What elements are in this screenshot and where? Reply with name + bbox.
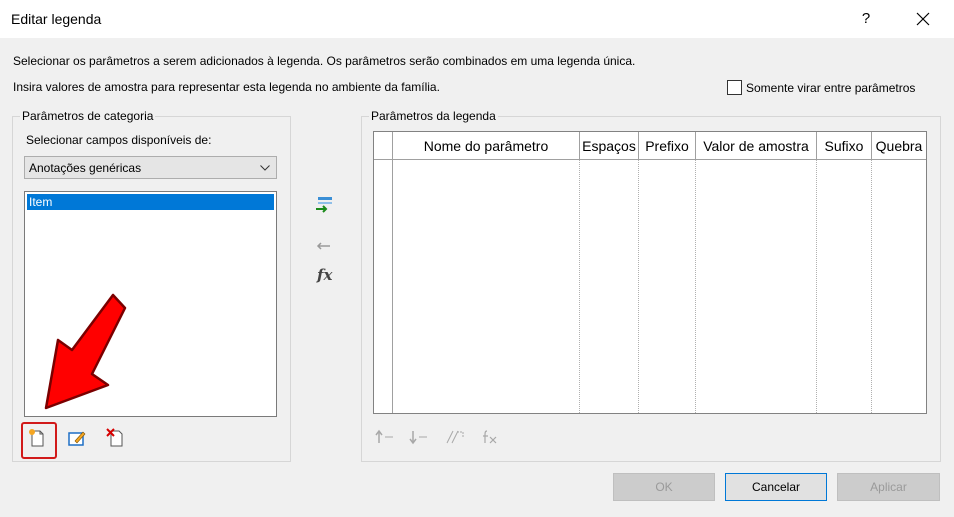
help-button[interactable]: ? <box>856 8 876 30</box>
add-parameter-icon <box>316 197 332 213</box>
column-header-break[interactable]: Quebra <box>872 132 926 160</box>
cancel-button[interactable]: Cancelar <box>725 473 827 501</box>
grid-column <box>580 160 639 413</box>
row-header-corner <box>374 132 393 160</box>
column-header-suffix[interactable]: Sufixo <box>817 132 872 160</box>
delete-parameter-button[interactable] <box>106 428 126 448</box>
apply-button[interactable]: Aplicar <box>837 473 940 501</box>
chevron-down-icon <box>260 165 270 171</box>
edit-parameter-button[interactable] <box>67 428 87 448</box>
add-parameter-button[interactable] <box>314 195 334 215</box>
column-header-sample-value[interactable]: Valor de amostra <box>696 132 817 160</box>
column-header-prefix[interactable]: Prefixo <box>639 132 696 160</box>
grid-column <box>817 160 872 413</box>
flip-only-label: Somente virar entre parâmetros <box>746 81 916 95</box>
grid-column <box>393 160 580 413</box>
instruction-line-1: Selecionar os parâmetros a serem adicion… <box>13 54 636 68</box>
legend-parameters-grid[interactable]: Nome do parâmetro Espaços Prefixo Valor … <box>373 131 927 414</box>
legend-group-title: Parâmetros da legenda <box>369 109 498 123</box>
move-up-button[interactable] <box>374 428 394 448</box>
edit-parameter-icon <box>68 431 86 446</box>
move-up-icon <box>375 429 393 443</box>
flip-only-checkbox[interactable] <box>727 80 742 95</box>
remove-parameter-icon <box>316 242 330 250</box>
category-select-value: Anotações genéricas <box>29 161 142 175</box>
column-header-spaces[interactable]: Espaços <box>580 132 639 160</box>
annotation-arrow-icon <box>44 293 127 410</box>
grid-column <box>639 160 696 413</box>
wrap-button[interactable] <box>444 428 464 448</box>
category-group-title: Parâmetros de categoria <box>20 109 156 123</box>
select-fields-label: Selecionar campos disponíveis de: <box>26 133 212 147</box>
move-down-button[interactable] <box>408 428 428 448</box>
legend-formula-button[interactable] <box>480 428 500 448</box>
close-button[interactable] <box>906 6 940 32</box>
category-select[interactable]: Anotações genéricas <box>24 156 277 179</box>
instruction-line-2: Insira valores de amostra para represent… <box>13 80 440 94</box>
row-header-column <box>374 160 393 413</box>
close-icon <box>916 12 930 26</box>
grid-column <box>696 160 817 413</box>
ok-button[interactable]: OK <box>613 473 715 501</box>
title-bar: Editar legenda ? <box>0 0 954 38</box>
formula-button[interactable]: fx <box>317 266 332 284</box>
wrap-icon <box>446 430 464 444</box>
delete-parameter-icon <box>106 428 123 447</box>
move-down-icon <box>409 431 427 445</box>
new-button-highlight <box>21 422 57 459</box>
column-header-name[interactable]: Nome do parâmetro <box>393 132 580 160</box>
formula-icon <box>483 430 497 444</box>
window-title: Editar legenda <box>11 11 102 27</box>
remove-parameter-button[interactable] <box>314 236 334 256</box>
list-item-item[interactable]: Item <box>27 194 274 210</box>
